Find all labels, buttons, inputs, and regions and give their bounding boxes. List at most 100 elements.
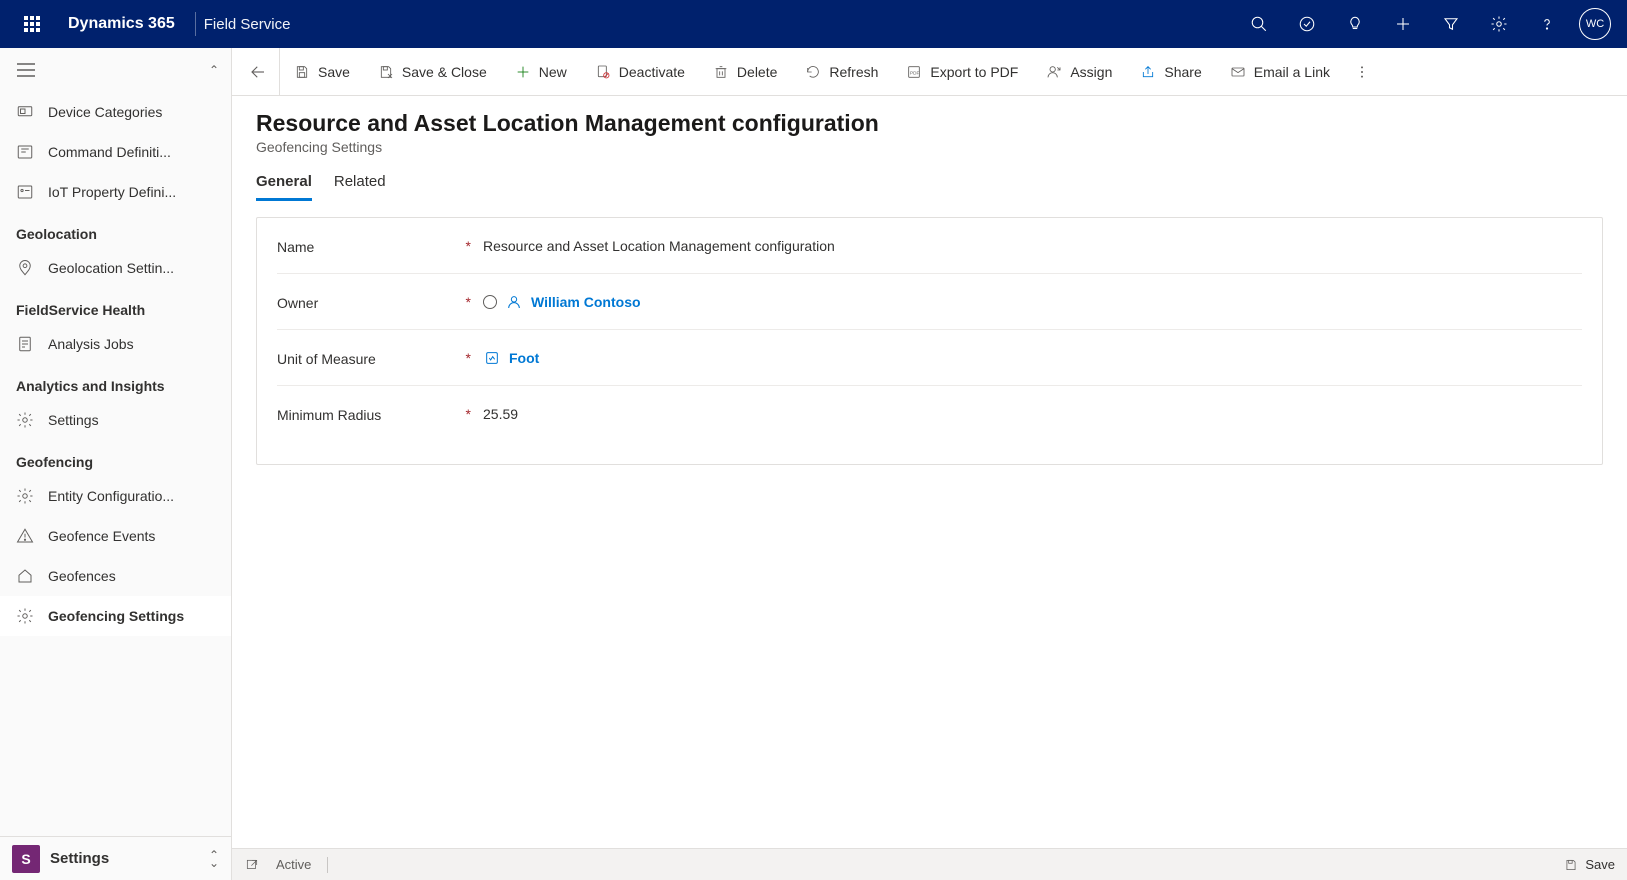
owner-link[interactable]: William Contoso xyxy=(531,294,641,310)
assign-icon xyxy=(1046,64,1062,80)
add-button[interactable] xyxy=(1379,0,1427,48)
sidebar-item-analysis-jobs[interactable]: Analysis Jobs xyxy=(0,324,231,364)
sidebar-item-analytics-settings[interactable]: Settings xyxy=(0,400,231,440)
statusbar-save-button[interactable]: Save xyxy=(1563,857,1615,873)
refresh-button[interactable]: Refresh xyxy=(791,48,892,96)
deactivate-icon xyxy=(595,64,611,80)
page-subtitle: Geofencing Settings xyxy=(256,139,1603,155)
arrow-left-icon xyxy=(249,63,267,81)
filter-button[interactable] xyxy=(1427,0,1475,48)
tab-general[interactable]: General xyxy=(256,173,312,201)
area-badge: S xyxy=(12,845,40,873)
gear-icon xyxy=(16,411,34,429)
required-indicator: * xyxy=(457,294,473,310)
main-content: Save Save & Close New Deactivate Delete … xyxy=(232,48,1627,880)
waffle-icon xyxy=(24,16,40,32)
pdf-icon: PDF xyxy=(906,64,922,80)
record-state: Active xyxy=(276,857,311,872)
sidebar-item-geolocation-settings[interactable]: Geolocation Settin... xyxy=(0,248,231,288)
sidebar-item-device-categories[interactable]: Device Categories xyxy=(0,92,231,132)
nav-group-geolocation: Geolocation xyxy=(0,212,231,248)
field-value: Resource and Asset Location Management c… xyxy=(483,238,835,254)
unit-link[interactable]: Foot xyxy=(509,350,539,366)
settings-button[interactable] xyxy=(1475,0,1523,48)
back-button[interactable] xyxy=(236,48,280,96)
deactivate-button[interactable]: Deactivate xyxy=(581,48,699,96)
name-input[interactable]: Resource and Asset Location Management c… xyxy=(473,238,1582,254)
assign-button[interactable]: Assign xyxy=(1032,48,1126,96)
owner-lookup[interactable]: William Contoso xyxy=(473,293,1582,311)
field-row-owner: Owner * William Contoso xyxy=(277,274,1582,330)
save-close-button[interactable]: Save & Close xyxy=(364,48,501,96)
plus-icon xyxy=(515,64,531,80)
sidebar-item-entity-configurations[interactable]: Entity Configuratio... xyxy=(0,476,231,516)
unit-icon xyxy=(483,349,501,367)
question-icon xyxy=(1538,15,1556,33)
page-title: Resource and Asset Location Management c… xyxy=(256,110,1603,137)
field-row-min-radius: Minimum Radius * 25.59 xyxy=(277,386,1582,442)
user-avatar[interactable]: WC xyxy=(1579,8,1611,40)
save-icon xyxy=(294,64,310,80)
lightbulb-icon xyxy=(1346,15,1364,33)
save-icon xyxy=(1563,857,1579,873)
app-launcher-button[interactable] xyxy=(8,0,56,48)
task-flow-icon xyxy=(1298,15,1316,33)
refresh-icon xyxy=(805,64,821,80)
popout-button[interactable] xyxy=(244,857,260,873)
area-label: Settings xyxy=(50,850,109,867)
more-vertical-icon xyxy=(1354,64,1370,80)
export-pdf-button[interactable]: PDFExport to PDF xyxy=(892,48,1032,96)
search-icon xyxy=(1250,15,1268,33)
trash-icon xyxy=(713,64,729,80)
email-link-button[interactable]: Email a Link xyxy=(1216,48,1344,96)
header-actions: WC xyxy=(1235,0,1619,48)
search-button[interactable] xyxy=(1235,0,1283,48)
chevron-updown-icon: ⌃⌄ xyxy=(209,851,219,867)
field-label: Name xyxy=(277,237,457,255)
warning-icon xyxy=(16,527,34,545)
tab-related[interactable]: Related xyxy=(334,173,386,201)
nav-group-geofencing: Geofencing xyxy=(0,440,231,476)
new-button[interactable]: New xyxy=(501,48,581,96)
area-switcher-button[interactable]: S Settings ⌃⌄ xyxy=(0,836,231,880)
person-icon xyxy=(505,293,523,311)
app-name-label[interactable]: Field Service xyxy=(204,16,291,33)
funnel-icon xyxy=(1442,15,1460,33)
required-indicator: * xyxy=(457,406,473,422)
nav-group-analytics: Analytics and Insights xyxy=(0,364,231,400)
sidebar-item-geofences[interactable]: Geofences xyxy=(0,556,231,596)
share-button[interactable]: Share xyxy=(1126,48,1215,96)
share-icon xyxy=(1140,64,1156,80)
task-button[interactable] xyxy=(1283,0,1331,48)
delete-button[interactable]: Delete xyxy=(699,48,791,96)
top-header: Dynamics 365 Field Service WC xyxy=(0,0,1627,48)
sidebar-toggle-button[interactable] xyxy=(12,56,40,84)
command-overflow-button[interactable] xyxy=(1344,48,1380,96)
command-bar: Save Save & Close New Deactivate Delete … xyxy=(232,48,1627,96)
pin-icon xyxy=(16,259,34,277)
owner-status-icon xyxy=(483,295,497,309)
sidebar-item-iot-property[interactable]: IoT Property Defini... xyxy=(0,172,231,212)
email-icon xyxy=(1230,64,1246,80)
unit-lookup[interactable]: Foot xyxy=(473,349,1582,367)
iot-property-icon xyxy=(16,183,34,201)
save-button[interactable]: Save xyxy=(280,48,364,96)
sidebar-item-label: Geolocation Settin... xyxy=(48,260,174,276)
sidebar-item-label: Entity Configuratio... xyxy=(48,488,174,504)
sidebar-item-label: Geofencing Settings xyxy=(48,608,184,624)
sidebar-item-label: IoT Property Defini... xyxy=(48,184,176,200)
sidebar-item-command-definitions[interactable]: Command Definiti... xyxy=(0,132,231,172)
collapse-group-button[interactable]: ⌃ xyxy=(209,63,219,77)
hamburger-icon xyxy=(17,63,35,77)
field-label: Unit of Measure xyxy=(277,349,457,367)
min-radius-input[interactable]: 25.59 xyxy=(473,406,1582,422)
sidebar-item-geofencing-settings[interactable]: Geofencing Settings xyxy=(0,596,231,636)
help-button[interactable] xyxy=(1523,0,1571,48)
sidebar-item-label: Command Definiti... xyxy=(48,144,171,160)
idea-button[interactable] xyxy=(1331,0,1379,48)
required-indicator: * xyxy=(457,350,473,366)
sidebar-scroll[interactable]: Device Categories Command Definiti... Io… xyxy=(0,92,231,836)
sidebar-item-geofence-events[interactable]: Geofence Events xyxy=(0,516,231,556)
tabs: General Related xyxy=(232,155,1627,201)
sidebar-item-label: Analysis Jobs xyxy=(48,336,134,352)
